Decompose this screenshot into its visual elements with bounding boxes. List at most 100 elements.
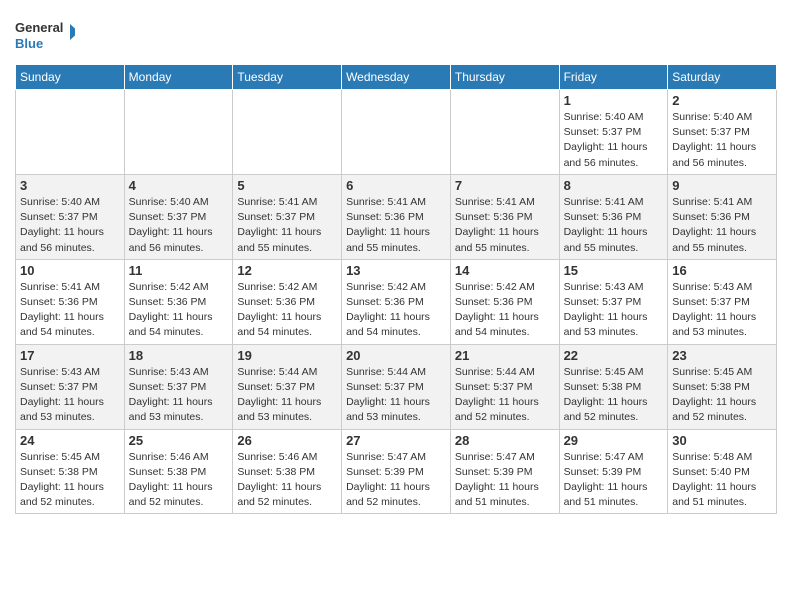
day-number: 24 [20,433,120,448]
logo-svg: General Blue [15,16,75,56]
calendar-day-cell [342,90,451,175]
calendar-week-row: 3 Sunrise: 5:40 AMSunset: 5:37 PMDaylight… [16,174,777,259]
calendar-day-cell: 9 Sunrise: 5:41 AMSunset: 5:36 PMDaylight… [668,174,777,259]
day-number: 2 [672,93,772,108]
day-info: Sunrise: 5:40 AMSunset: 5:37 PMDaylight:… [672,110,772,171]
day-number: 12 [237,263,337,278]
day-info: Sunrise: 5:43 AMSunset: 5:37 PMDaylight:… [129,365,229,426]
day-number: 15 [564,263,664,278]
day-info: Sunrise: 5:47 AMSunset: 5:39 PMDaylight:… [346,450,446,511]
calendar-week-row: 1 Sunrise: 5:40 AMSunset: 5:37 PMDaylight… [16,90,777,175]
day-info: Sunrise: 5:44 AMSunset: 5:37 PMDaylight:… [346,365,446,426]
day-number: 16 [672,263,772,278]
day-number: 17 [20,348,120,363]
day-number: 28 [455,433,555,448]
calendar-day-cell: 28Sunrise: 5:47 AMSunset: 5:39 PMDayligh… [450,429,559,514]
day-number: 3 [20,178,120,193]
calendar-day-cell: 8 Sunrise: 5:41 AMSunset: 5:36 PMDaylight… [559,174,668,259]
day-number: 14 [455,263,555,278]
day-info: Sunrise: 5:42 AMSunset: 5:36 PMDaylight:… [346,280,446,341]
day-number: 20 [346,348,446,363]
calendar-table: SundayMondayTuesdayWednesdayThursdayFrid… [15,64,777,514]
day-number: 4 [129,178,229,193]
day-info: Sunrise: 5:40 AMSunset: 5:37 PMDaylight:… [564,110,664,171]
day-info: Sunrise: 5:43 AMSunset: 5:37 PMDaylight:… [564,280,664,341]
day-info: Sunrise: 5:41 AMSunset: 5:36 PMDaylight:… [455,195,555,256]
day-info: Sunrise: 5:42 AMSunset: 5:36 PMDaylight:… [237,280,337,341]
calendar-day-cell [124,90,233,175]
calendar-day-cell: 23 Sunrise: 5:45 AMSunset: 5:38 PMDayligh… [668,344,777,429]
calendar-day-header: Thursday [450,65,559,90]
day-info: Sunrise: 5:41 AMSunset: 5:36 PMDaylight:… [672,195,772,256]
day-number: 11 [129,263,229,278]
day-number: 25 [129,433,229,448]
calendar-day-header: Tuesday [233,65,342,90]
day-number: 22 [564,348,664,363]
calendar-day-cell: 4 Sunrise: 5:40 AMSunset: 5:37 PMDaylight… [124,174,233,259]
day-info: Sunrise: 5:40 AMSunset: 5:37 PMDaylight:… [129,195,229,256]
calendar-day-cell: 21 Sunrise: 5:44 AMSunset: 5:37 PMDayligh… [450,344,559,429]
day-info: Sunrise: 5:40 AMSunset: 5:37 PMDaylight:… [20,195,120,256]
calendar-day-cell: 10 Sunrise: 5:41 AMSunset: 5:36 PMDayligh… [16,259,125,344]
calendar-day-cell: 13 Sunrise: 5:42 AMSunset: 5:36 PMDayligh… [342,259,451,344]
day-info: Sunrise: 5:43 AMSunset: 5:37 PMDaylight:… [20,365,120,426]
day-number: 1 [564,93,664,108]
calendar-day-cell: 1 Sunrise: 5:40 AMSunset: 5:37 PMDaylight… [559,90,668,175]
calendar-day-cell [16,90,125,175]
day-info: Sunrise: 5:41 AMSunset: 5:36 PMDaylight:… [20,280,120,341]
day-info: Sunrise: 5:45 AMSunset: 5:38 PMDaylight:… [564,365,664,426]
calendar-day-cell: 16 Sunrise: 5:43 AMSunset: 5:37 PMDayligh… [668,259,777,344]
calendar-body: 1 Sunrise: 5:40 AMSunset: 5:37 PMDaylight… [16,90,777,514]
day-number: 8 [564,178,664,193]
day-number: 10 [20,263,120,278]
day-info: Sunrise: 5:41 AMSunset: 5:36 PMDaylight:… [564,195,664,256]
calendar-day-cell: 6Sunrise: 5:41 AMSunset: 5:36 PMDaylight… [342,174,451,259]
svg-text:General: General [15,20,63,35]
calendar-day-header: Saturday [668,65,777,90]
day-number: 13 [346,263,446,278]
calendar-day-header: Wednesday [342,65,451,90]
day-info: Sunrise: 5:41 AMSunset: 5:37 PMDaylight:… [237,195,337,256]
calendar-day-cell: 26 Sunrise: 5:46 AMSunset: 5:38 PMDayligh… [233,429,342,514]
calendar-day-cell: 24 Sunrise: 5:45 AMSunset: 5:38 PMDayligh… [16,429,125,514]
day-info: Sunrise: 5:44 AMSunset: 5:37 PMDaylight:… [455,365,555,426]
calendar-day-header: Sunday [16,65,125,90]
day-info: Sunrise: 5:42 AMSunset: 5:36 PMDaylight:… [455,280,555,341]
calendar-day-cell [450,90,559,175]
day-number: 7 [455,178,555,193]
calendar-week-row: 17 Sunrise: 5:43 AMSunset: 5:37 PMDayligh… [16,344,777,429]
calendar-day-cell: 17 Sunrise: 5:43 AMSunset: 5:37 PMDayligh… [16,344,125,429]
calendar-day-cell: 7 Sunrise: 5:41 AMSunset: 5:36 PMDaylight… [450,174,559,259]
day-info: Sunrise: 5:46 AMSunset: 5:38 PMDaylight:… [129,450,229,511]
calendar-day-cell: 22 Sunrise: 5:45 AMSunset: 5:38 PMDayligh… [559,344,668,429]
day-info: Sunrise: 5:47 AMSunset: 5:39 PMDaylight:… [564,450,664,511]
logo: General Blue [15,16,75,56]
day-number: 9 [672,178,772,193]
day-number: 18 [129,348,229,363]
day-info: Sunrise: 5:48 AMSunset: 5:40 PMDaylight:… [672,450,772,511]
day-number: 19 [237,348,337,363]
calendar-day-header: Friday [559,65,668,90]
day-number: 5 [237,178,337,193]
day-number: 23 [672,348,772,363]
day-number: 26 [237,433,337,448]
day-info: Sunrise: 5:45 AMSunset: 5:38 PMDaylight:… [672,365,772,426]
calendar-day-cell: 27Sunrise: 5:47 AMSunset: 5:39 PMDayligh… [342,429,451,514]
day-number: 21 [455,348,555,363]
day-info: Sunrise: 5:46 AMSunset: 5:38 PMDaylight:… [237,450,337,511]
calendar-day-cell: 25 Sunrise: 5:46 AMSunset: 5:38 PMDayligh… [124,429,233,514]
day-info: Sunrise: 5:43 AMSunset: 5:37 PMDaylight:… [672,280,772,341]
day-info: Sunrise: 5:45 AMSunset: 5:38 PMDaylight:… [20,450,120,511]
day-info: Sunrise: 5:42 AMSunset: 5:36 PMDaylight:… [129,280,229,341]
calendar-day-cell: 14 Sunrise: 5:42 AMSunset: 5:36 PMDayligh… [450,259,559,344]
calendar-day-cell: 3 Sunrise: 5:40 AMSunset: 5:37 PMDaylight… [16,174,125,259]
calendar-day-cell: 20 Sunrise: 5:44 AMSunset: 5:37 PMDayligh… [342,344,451,429]
calendar-week-row: 10 Sunrise: 5:41 AMSunset: 5:36 PMDayligh… [16,259,777,344]
svg-text:Blue: Blue [15,36,43,51]
calendar-day-cell: 11 Sunrise: 5:42 AMSunset: 5:36 PMDayligh… [124,259,233,344]
calendar-day-header: Monday [124,65,233,90]
calendar-day-cell: 15 Sunrise: 5:43 AMSunset: 5:37 PMDayligh… [559,259,668,344]
calendar-day-cell: 18 Sunrise: 5:43 AMSunset: 5:37 PMDayligh… [124,344,233,429]
calendar-day-cell: 2 Sunrise: 5:40 AMSunset: 5:37 PMDaylight… [668,90,777,175]
calendar-day-cell: 30Sunrise: 5:48 AMSunset: 5:40 PMDayligh… [668,429,777,514]
